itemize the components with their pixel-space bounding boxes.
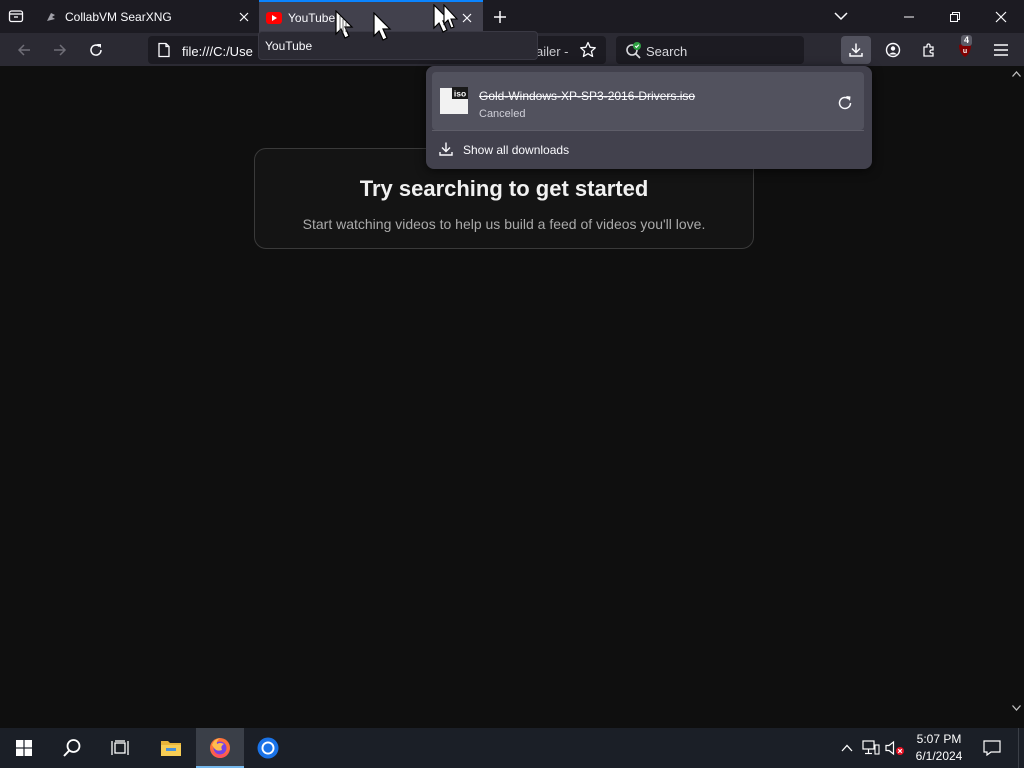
close-window-button[interactable] [978,0,1024,33]
list-all-tabs-button[interactable] [829,4,853,28]
download-icon [439,142,453,156]
download-icon [849,43,863,57]
download-item[interactable]: iso Gold-Windows-XP-SP3-2016-Drivers.iso… [432,72,864,130]
url-text: file:///C:/Use [182,44,253,59]
account-button[interactable] [878,36,908,64]
file-type-label: iso [454,89,466,99]
reload-icon [90,44,102,56]
searxng-icon [43,9,59,25]
restore-button[interactable] [932,0,978,33]
retry-icon[interactable] [836,94,854,112]
folder-icon [161,741,181,756]
scroll-down-arrow-icon[interactable] [1009,702,1024,714]
scroll-up-arrow-icon[interactable] [1009,68,1024,80]
firefox-view-icon [8,10,24,23]
network-button[interactable] [860,728,882,768]
start-button[interactable] [0,728,48,768]
new-tab-button[interactable] [488,5,512,29]
taskbar-search-button[interactable] [48,728,96,768]
chrome-taskbar-button[interactable] [244,728,292,768]
notification-icon [983,740,1001,756]
minimize-button[interactable] [886,0,932,33]
mouse-cursor-icon [335,10,354,39]
puzzle-icon [923,43,934,57]
chevron-up-icon [841,744,853,752]
minimize-icon [904,16,914,17]
iso-file-icon: iso [440,87,468,114]
svg-text:u: u [963,48,967,55]
reload-button[interactable] [83,37,109,63]
search-icon [63,739,81,757]
windows-logo-icon [16,740,32,756]
clock-date: 6/1/2024 [915,749,963,763]
url-page-title-tail: ailer - [536,44,569,59]
task-view-button[interactable] [96,728,144,768]
search-engine-icon [626,42,641,59]
file-explorer-button[interactable] [147,728,195,768]
ublock-count-badge: 4 [961,35,973,46]
search-placeholder: Search [646,44,688,59]
tooltip-text: YouTube [265,39,313,53]
tab-collabvm-searxng[interactable]: CollabVM SearXNG [36,0,260,33]
download-filename: Gold-Windows-XP-SP3-2016-Drivers.iso [479,89,696,103]
chevron-down-icon [834,12,848,21]
show-all-downloads-label: Show all downloads [463,143,570,157]
downloads-separator [432,130,864,131]
firefox-icon [210,738,230,758]
tab-label: CollabVM SearXNG [65,9,172,24]
youtube-icon [266,10,282,26]
search-bar[interactable]: Search [616,36,804,64]
show-hidden-icons-button[interactable] [838,728,856,768]
mouse-cursor-icon [373,12,392,41]
plus-icon [494,11,506,23]
page-scrollbar[interactable] [1009,66,1024,716]
clock-time: 5:07 PM [916,732,962,746]
arrow-left-icon [17,44,30,56]
empty-feed-subtext: Start watching videos to help us build a… [302,216,706,232]
tab-tooltip: YouTube [258,31,538,60]
back-button[interactable] [11,37,37,63]
mouse-cursor-icon [433,4,459,33]
forward-button[interactable] [47,37,73,63]
downloads-panel: iso Gold-Windows-XP-SP3-2016-Drivers.iso… [426,66,872,169]
app-menu-button[interactable] [986,36,1016,64]
firefox-view-button[interactable] [4,4,28,28]
taskbar-clock[interactable]: 5:07 PM 6/1/2024 [908,731,970,765]
chrome-icon [257,737,279,759]
volume-muted-icon [885,740,904,756]
volume-button[interactable] [884,728,906,768]
close-icon [995,11,1007,22]
task-view-icon [111,740,129,755]
windows-taskbar: 5:07 PM 6/1/2024 [0,728,1024,768]
show-all-downloads-button[interactable]: Show all downloads [432,137,864,163]
document-icon [158,42,170,58]
tab-strip: CollabVM SearXNG YouTube [0,0,1024,33]
network-icon [862,740,880,755]
download-status: Canceled [479,108,526,120]
account-icon [885,42,901,58]
extensions-button[interactable] [914,36,944,64]
hamburger-menu-icon [994,44,1008,56]
action-center-button[interactable] [978,728,1006,768]
downloads-button[interactable] [841,36,871,64]
firefox-taskbar-button[interactable] [196,728,244,768]
screen: CollabVM SearXNG YouTube file:///C:/Use … [0,0,1024,768]
close-tab-icon[interactable] [234,7,254,27]
empty-feed-heading: Try searching to get started [359,176,649,201]
restore-icon [950,11,960,22]
arrow-right-icon [54,44,67,56]
show-desktop-button[interactable] [1018,728,1024,768]
bookmark-star-icon[interactable] [579,41,597,59]
